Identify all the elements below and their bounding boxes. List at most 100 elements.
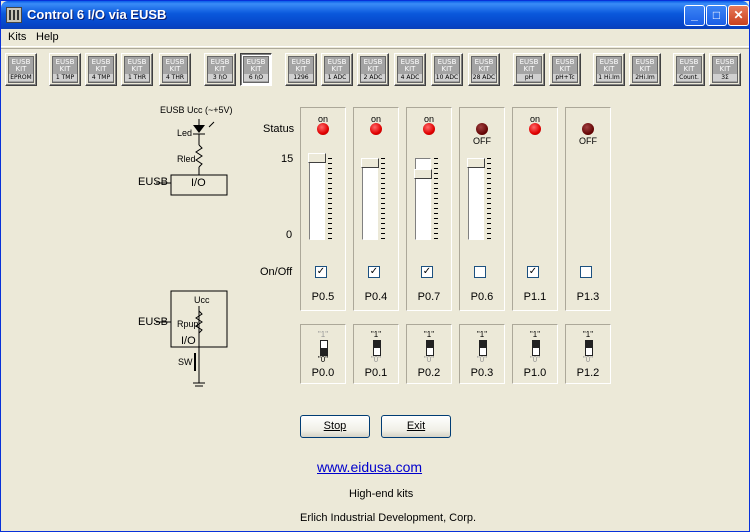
- onoff-checkbox[interactable]: ✓: [315, 266, 327, 278]
- onoff-checkbox[interactable]: ✓: [527, 266, 539, 278]
- toggle-switch[interactable]: [585, 340, 593, 356]
- level-slider[interactable]: [468, 158, 484, 240]
- status-label: Status: [263, 123, 295, 135]
- toggle-switch[interactable]: [373, 340, 381, 356]
- kit-label: KIT: [367, 66, 379, 73]
- title-bar[interactable]: Control 6 I/O via EUSB _ □ ✕: [1, 1, 749, 29]
- close-button[interactable]: ✕: [728, 5, 749, 26]
- kit-button-16[interactable]: EUSB KIT 2Hi.Im: [629, 53, 661, 86]
- toggle-switch[interactable]: [532, 340, 540, 356]
- switch-high-label: "1": [370, 330, 382, 339]
- kit-face: EUSB KIT 1 THR: [124, 56, 150, 83]
- input-pin-name: P0.0: [311, 367, 335, 379]
- kit-button-10[interactable]: EUSB KIT 4 ADC: [394, 53, 426, 86]
- stop-button-label: Stop: [323, 420, 347, 432]
- onoff-label: On/Off: [260, 266, 293, 278]
- level-slider[interactable]: [309, 158, 325, 240]
- switch-high-label: "1": [582, 330, 594, 339]
- slider-thumb[interactable]: [414, 168, 432, 179]
- status-led: [423, 123, 435, 135]
- slider-thumb[interactable]: [361, 158, 379, 169]
- kit-label: EPROM: [9, 74, 33, 81]
- minimize-button[interactable]: _: [684, 5, 705, 26]
- website-link[interactable]: www.eidusa.com: [317, 459, 422, 475]
- input-pin-name: P0.1: [364, 367, 388, 379]
- led-status-label: OFF: [473, 136, 491, 146]
- kit-button-17[interactable]: EUSB KIT Count.: [673, 53, 705, 86]
- kit-button-1[interactable]: EUSB KIT 1 TMP: [49, 53, 81, 86]
- kit-label: EUSB: [599, 59, 619, 66]
- slider-ticks: [434, 158, 438, 240]
- menu-kits[interactable]: Kits: [8, 31, 26, 43]
- kit-label: EUSB: [91, 59, 111, 66]
- switch-high-label: "1": [476, 330, 488, 339]
- kit-label: KIT: [478, 66, 490, 73]
- kit-label: EUSB: [55, 59, 75, 66]
- resistor-symbol: [195, 144, 203, 168]
- io-label-1: I/O: [191, 177, 206, 189]
- kit-label: EUSB: [635, 59, 655, 66]
- kit-button-0[interactable]: EUSB KIT EPROM: [5, 53, 37, 86]
- slider-ticks: [381, 158, 385, 240]
- kit-label: EUSB: [127, 59, 147, 66]
- kit-label: 6 I\O: [244, 74, 268, 81]
- onoff-checkbox[interactable]: [580, 266, 592, 278]
- menu-bar: Kits Help: [1, 29, 749, 47]
- onoff-checkbox[interactable]: ✓: [368, 266, 380, 278]
- onoff-checkbox[interactable]: ✓: [421, 266, 433, 278]
- menu-help[interactable]: Help: [36, 31, 59, 43]
- output-pin-name: P0.5: [311, 291, 335, 303]
- kit-button-12[interactable]: EUSB KIT 28 ADC: [468, 53, 500, 86]
- switch-low-label: "0": [529, 355, 541, 364]
- kit-label: EUSB: [715, 59, 735, 66]
- io-label-2: I/O: [181, 335, 196, 347]
- kit-label: EUSB: [555, 59, 575, 66]
- kit-label: EUSB: [437, 59, 457, 66]
- rled-label: Rled: [177, 154, 196, 164]
- kit-label: KIT: [59, 66, 71, 73]
- kit-button-3[interactable]: EUSB KIT 1 THR: [121, 53, 153, 86]
- kit-label: 1 THR: [125, 74, 149, 81]
- output-pin-name: P0.7: [417, 291, 441, 303]
- vcc-label: EUSB Ucc (~+5V): [160, 105, 233, 115]
- toggle-switch[interactable]: [426, 340, 434, 356]
- kit-button-9[interactable]: EUSB KIT 2 ADC: [357, 53, 389, 86]
- exit-button[interactable]: Exit: [381, 415, 451, 438]
- stop-button[interactable]: Stop: [300, 415, 370, 438]
- sw-label: SW: [178, 357, 193, 367]
- kit-label: EUSB: [474, 59, 494, 66]
- kit-button-14[interactable]: EUSB KIT pH+Tc: [549, 53, 581, 86]
- slider-thumb[interactable]: [467, 158, 485, 169]
- exit-button-label: Exit: [406, 420, 426, 432]
- kit-label: KIT: [331, 66, 343, 73]
- kit-button-4[interactable]: EUSB KIT 4 THR: [159, 53, 191, 86]
- kit-toolbar: EUSB KIT EPROM EUSB KIT 1 TMP EUSB KIT 4 TMP EUSB…: [1, 48, 749, 92]
- kit-label: EUSB: [363, 59, 383, 66]
- kit-button-8[interactable]: EUSB KIT 1 ADC: [321, 53, 353, 86]
- kit-button-11[interactable]: EUSB KIT 10 ADC: [431, 53, 463, 86]
- kit-face: EUSB KIT 10 ADC: [434, 56, 460, 83]
- kit-label: EUSB: [679, 59, 699, 66]
- onoff-checkbox[interactable]: [474, 266, 486, 278]
- kit-button-2[interactable]: EUSB KIT 4 TMP: [85, 53, 117, 86]
- slider-thumb[interactable]: [308, 153, 326, 163]
- status-led: [529, 123, 541, 135]
- kit-label: 1 Hi.Im: [597, 74, 621, 81]
- kit-button-6[interactable]: EUSB KIT 6 I\O: [240, 53, 272, 86]
- kit-button-13[interactable]: EUSB KIT pH: [513, 53, 545, 86]
- output-panel-P1.1: [512, 107, 558, 311]
- kit-label: pH: [517, 74, 541, 81]
- kit-label: EUSB: [327, 59, 347, 66]
- kit-button-18[interactable]: EUSB KIT 3Σ: [709, 53, 741, 86]
- kit-label: 1 TMP: [53, 74, 77, 81]
- kit-label: 2Hi.Im: [633, 74, 657, 81]
- maximize-button[interactable]: □: [706, 5, 727, 26]
- kit-button-15[interactable]: EUSB KIT 1 Hi.Im: [593, 53, 625, 86]
- level-slider[interactable]: [362, 158, 378, 240]
- kit-button-5[interactable]: EUSB KIT 3 I\O: [204, 53, 236, 86]
- kit-button-7[interactable]: EUSB KIT 1296: [285, 53, 317, 86]
- switch-high-label: "1": [317, 330, 329, 339]
- toggle-switch[interactable]: [479, 340, 487, 356]
- toggle-switch[interactable]: [320, 340, 328, 356]
- kit-face: EUSB KIT 2 ADC: [360, 56, 386, 83]
